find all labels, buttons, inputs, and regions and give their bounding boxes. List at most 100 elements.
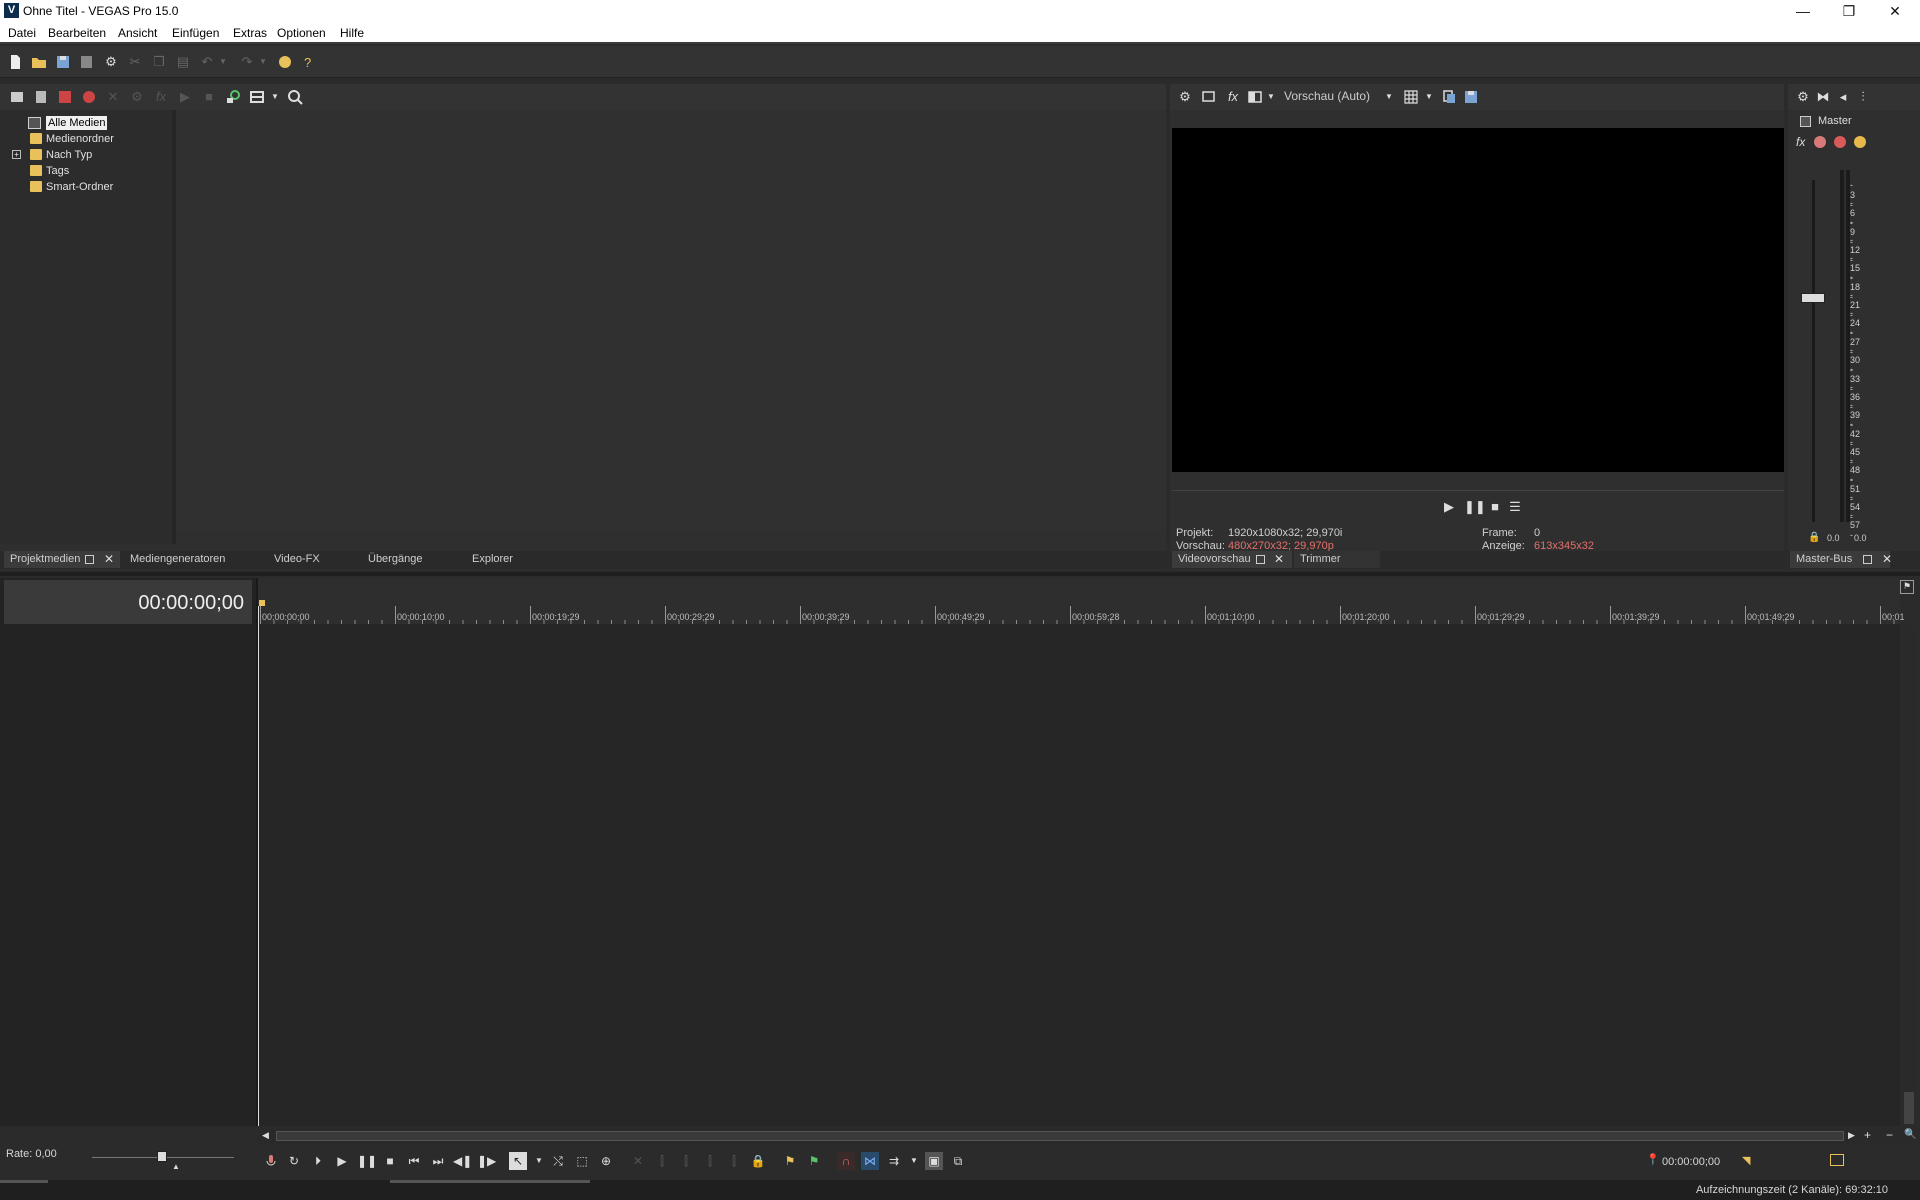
menu-bearbeiten[interactable]: Bearbeiten: [48, 26, 106, 40]
fader-lock-icon[interactable]: 🔒: [1808, 532, 1820, 543]
next-frame-icon[interactable]: ❚▶: [477, 1152, 496, 1170]
delete-icon[interactable]: ✕: [629, 1152, 647, 1170]
previous-frame-icon[interactable]: ◀❚: [453, 1152, 472, 1170]
record-icon[interactable]: [262, 1152, 280, 1170]
master-fx-icon[interactable]: fx: [1796, 135, 1805, 149]
undock-icon[interactable]: [85, 555, 94, 564]
go-to-start-icon[interactable]: ⏮: [405, 1152, 423, 1170]
play-icon[interactable]: ▶: [333, 1152, 351, 1170]
dim-output-icon[interactable]: ◂: [1834, 88, 1852, 106]
trim-icon[interactable]: ⫿: [653, 1152, 671, 1170]
close-tab-icon[interactable]: ✕: [1274, 552, 1284, 566]
properties-gear-icon[interactable]: ⚙: [102, 53, 120, 71]
undo-dropdown-icon[interactable]: ▼: [214, 53, 232, 71]
tree-item-alle-medien[interactable]: Alle Medien: [46, 116, 108, 130]
master-fader-handle[interactable]: [1801, 293, 1825, 303]
import-media-icon[interactable]: [8, 88, 26, 106]
menu-extras[interactable]: Extras: [233, 26, 267, 40]
expand-icon[interactable]: +: [12, 150, 21, 159]
playhead-marker-icon[interactable]: [259, 600, 265, 606]
master-solo-icon[interactable]: [1854, 136, 1866, 148]
insert-marker-icon[interactable]: ⚑: [781, 1152, 799, 1170]
undock-icon[interactable]: [1863, 555, 1872, 564]
menu-datei[interactable]: Datei: [8, 26, 36, 40]
tab-projektmedien[interactable]: Projektmedien: [4, 551, 120, 568]
close-tab-icon[interactable]: ✕: [1882, 552, 1892, 566]
loop-playback-icon[interactable]: ↻: [285, 1152, 303, 1170]
remove-media-icon[interactable]: ✕: [104, 88, 122, 106]
help-pointer-icon[interactable]: [276, 53, 294, 71]
selection-tool-icon[interactable]: ⬚: [573, 1152, 591, 1170]
copy-icon[interactable]: ❐: [150, 53, 168, 71]
save-icon[interactable]: [54, 53, 72, 71]
auto-crossfade-icon[interactable]: ⋈: [861, 1152, 879, 1170]
track-list-area[interactable]: [0, 578, 256, 1126]
preview-settings-gear-icon[interactable]: ⚙: [1176, 88, 1194, 106]
zoom-tool-icon[interactable]: 🔍: [1904, 1129, 1916, 1140]
mixer-sliders-icon[interactable]: ⫶: [1854, 88, 1872, 106]
downmix-icon[interactable]: ⧓: [1814, 88, 1832, 106]
lock-envelopes-icon[interactable]: ▣: [925, 1152, 943, 1170]
media-properties-icon[interactable]: ⚙: [128, 88, 146, 106]
render-icon[interactable]: [78, 53, 96, 71]
paste-icon[interactable]: ▤: [174, 53, 192, 71]
tab-video-fx[interactable]: Video-FX: [268, 551, 358, 568]
preview-play-icon[interactable]: ▶: [1440, 498, 1458, 516]
pause-icon[interactable]: ❚❚: [357, 1152, 377, 1170]
scroll-right-icon[interactable]: ▶: [1848, 1130, 1855, 1141]
master-settings-gear-icon[interactable]: ⚙: [1794, 88, 1812, 106]
trim-start-icon[interactable]: ⫿: [677, 1152, 695, 1170]
scroll-left-icon[interactable]: ◀: [262, 1130, 269, 1141]
splitter[interactable]: [0, 572, 1920, 576]
tab-master-bus[interactable]: Master-Bus: [1790, 551, 1890, 568]
split-screen-dropdown-icon[interactable]: ▼: [1262, 88, 1280, 106]
open-folder-icon[interactable]: [30, 53, 48, 71]
preview-stop-icon[interactable]: ■: [1486, 498, 1504, 516]
cut-icon[interactable]: ✂: [126, 53, 144, 71]
master-fader-track[interactable]: [1812, 180, 1815, 522]
go-to-end-icon[interactable]: ⏭: [429, 1152, 447, 1170]
preview-device-icon[interactable]: [1200, 88, 1218, 106]
media-stop-icon[interactable]: ■: [200, 88, 218, 106]
play-from-start-icon[interactable]: ⏵: [309, 1152, 327, 1170]
snapping-icon[interactable]: ∩: [837, 1152, 855, 1170]
stop-icon[interactable]: ■: [381, 1152, 399, 1170]
master-enable-checkbox[interactable]: [1800, 116, 1811, 127]
preview-quality-dropdown-arrow-icon[interactable]: ▼: [1380, 88, 1398, 106]
preview-quality-dropdown[interactable]: Vorschau (Auto): [1284, 89, 1394, 105]
menu-einfuegen[interactable]: Einfügen: [172, 26, 219, 40]
get-media-web-icon[interactable]: [56, 88, 74, 106]
overlays-dropdown-icon[interactable]: ▼: [1420, 88, 1438, 106]
rate-slider-handle[interactable]: [157, 1151, 167, 1162]
maximize-button[interactable]: ❐: [1826, 0, 1872, 22]
tree-item-medienordner[interactable]: Medienordner: [46, 132, 114, 146]
search-media-icon[interactable]: [286, 88, 304, 106]
vertical-scrollbar[interactable]: [1902, 626, 1916, 1126]
auto-ripple-icon[interactable]: ⇉: [885, 1152, 903, 1170]
media-fx-icon[interactable]: fx: [152, 88, 170, 106]
tab-trimmer[interactable]: Trimmer: [1294, 551, 1380, 568]
save-snapshot-icon[interactable]: [1462, 88, 1480, 106]
zoom-tool-button-icon[interactable]: ⊕: [597, 1152, 615, 1170]
ignore-grouping-icon[interactable]: ⧉: [949, 1152, 967, 1170]
undock-icon[interactable]: [1256, 555, 1265, 564]
zoom-out-icon[interactable]: −: [1886, 1128, 1893, 1142]
split-icon[interactable]: ⫿: [725, 1152, 743, 1170]
tab-uebergaenge[interactable]: Übergänge: [362, 551, 456, 568]
edit-tool-icon[interactable]: ↖: [509, 1152, 527, 1170]
video-preview-screen[interactable]: [1172, 128, 1784, 472]
whats-this-help-icon[interactable]: ?: [300, 53, 318, 71]
envelope-tool-icon[interactable]: ⤭: [549, 1152, 567, 1170]
tree-item-smart-ordner[interactable]: Smart-Ordner: [46, 180, 113, 194]
close-tab-icon[interactable]: ✕: [104, 552, 114, 566]
timeline-track-area[interactable]: [258, 578, 1900, 1126]
preview-pause-icon[interactable]: ❚❚: [1464, 498, 1486, 516]
lock-icon[interactable]: 🔒: [749, 1152, 767, 1170]
zoom-in-icon[interactable]: +: [1864, 1128, 1871, 1142]
edit-tool-dropdown-icon[interactable]: ▼: [530, 1152, 548, 1170]
auto-ripple-dropdown-icon[interactable]: ▼: [905, 1152, 923, 1170]
tree-item-nach-typ[interactable]: Nach Typ: [46, 148, 92, 162]
playhead-cursor[interactable]: [258, 606, 259, 1126]
capture-video-icon[interactable]: [32, 88, 50, 106]
menu-optionen[interactable]: Optionen: [277, 26, 326, 40]
